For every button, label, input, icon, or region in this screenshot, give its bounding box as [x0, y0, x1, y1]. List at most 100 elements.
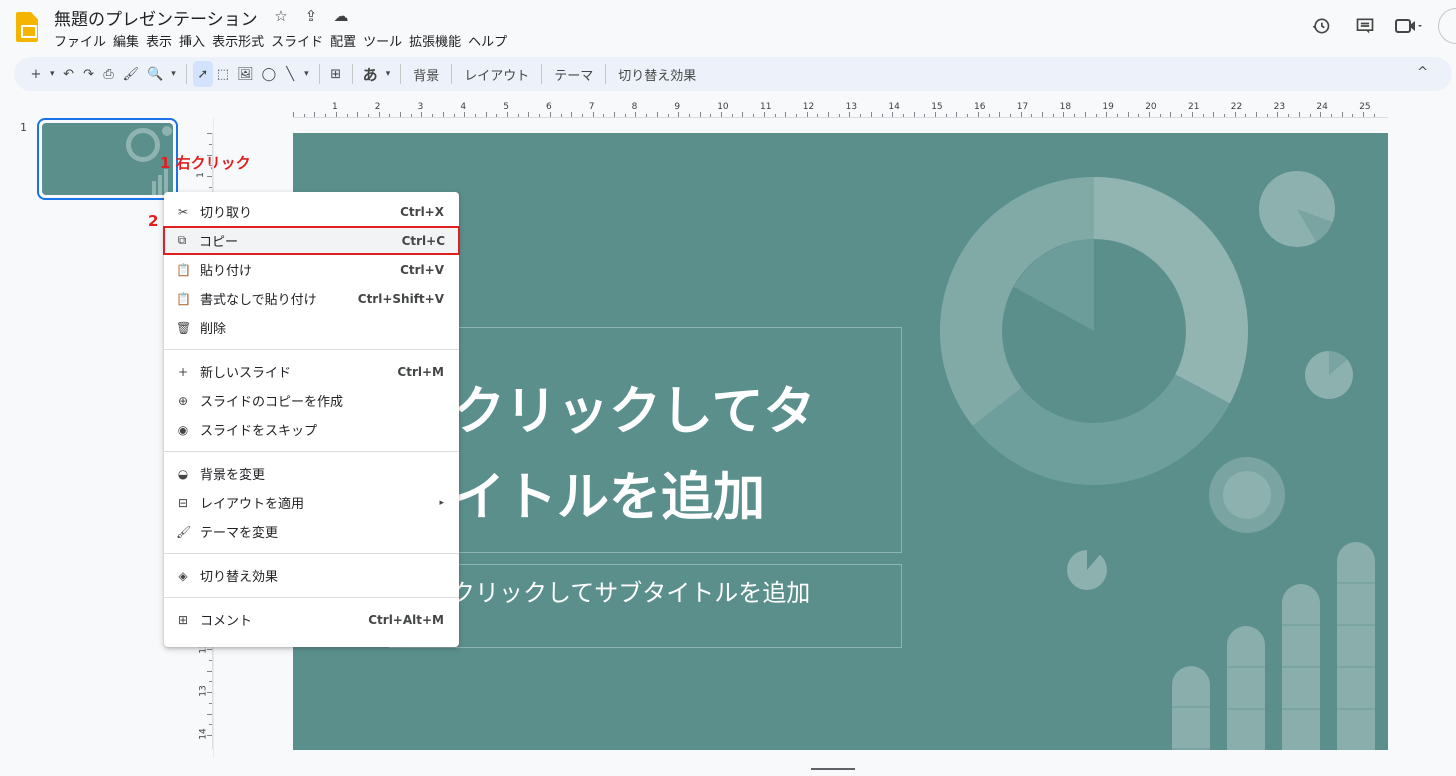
- menu-item-label: コピー: [199, 235, 239, 250]
- star-icon[interactable]: ☆: [272, 7, 290, 25]
- input-tools-dropdown-icon[interactable]: ▾: [382, 61, 395, 87]
- meet-icon[interactable]: [1394, 11, 1424, 41]
- theme-button[interactable]: テーマ: [548, 65, 599, 84]
- ruler-label: 13: [845, 102, 858, 112]
- scissors-icon: ✂: [177, 204, 189, 219]
- ruler-tick: [207, 176, 212, 177]
- ruler-tick: [753, 114, 755, 117]
- ruler-tick: [763, 112, 765, 117]
- slide-thumbnail[interactable]: [37, 118, 178, 200]
- menu-item-comment[interactable]: ⊞ コメント Ctrl+Alt+M: [164, 605, 459, 634]
- ruler-label: 17: [1016, 102, 1029, 112]
- menu-help[interactable]: ヘルプ: [468, 31, 514, 50]
- ruler-tick: [1181, 114, 1183, 117]
- clipboard-plain-icon: 📋: [176, 291, 191, 306]
- ruler-tick: [209, 659, 212, 661]
- menu-insert[interactable]: 挿入: [179, 31, 212, 50]
- ruler-tick: [517, 114, 519, 117]
- ruler-tick: [209, 143, 212, 145]
- menu-item-new-slide[interactable]: + 新しいスライド Ctrl+M: [164, 357, 459, 386]
- menu-slide[interactable]: スライド: [271, 31, 330, 50]
- account-avatar[interactable]: [1438, 8, 1456, 44]
- image-icon[interactable]: 🖼: [233, 61, 258, 87]
- menu-view[interactable]: 表示: [146, 31, 179, 50]
- ruler-tick: [421, 112, 423, 117]
- bar-graphic: [1282, 584, 1320, 750]
- input-tools-icon[interactable]: あ: [359, 61, 382, 87]
- menu-tools[interactable]: ツール: [363, 31, 409, 50]
- ruler-label: 13: [198, 685, 209, 697]
- ruler-tick: [988, 114, 990, 117]
- slides-logo-icon[interactable]: [16, 12, 38, 42]
- thumb-bar-graphic: [158, 175, 162, 195]
- menu-file[interactable]: ファイル: [54, 31, 113, 50]
- shape-icon[interactable]: ◯: [258, 61, 281, 87]
- ruler-tick: [432, 114, 434, 117]
- layout-button[interactable]: レイアウト: [458, 65, 535, 84]
- ruler-tick: [474, 114, 476, 117]
- menu-item-delete[interactable]: 🗑 削除: [164, 313, 459, 342]
- menu-item-copy[interactable]: ⧉ コピー Ctrl+C: [163, 226, 460, 255]
- menu-extensions[interactable]: 拡張機能: [409, 31, 468, 50]
- document-title[interactable]: 無題のプレゼンテーション: [54, 5, 258, 30]
- ruler-tick: [1042, 112, 1043, 117]
- toolbar-divider: [605, 64, 607, 84]
- fill-drop-icon: ◒: [177, 466, 189, 481]
- speaker-notes-handle[interactable]: [811, 768, 855, 770]
- ruler-tick: [1191, 112, 1193, 117]
- ruler-tick: [1138, 114, 1140, 117]
- ruler-label: 10: [717, 102, 729, 112]
- ruler-tick: [496, 114, 498, 117]
- undo-icon[interactable]: ↶: [59, 61, 79, 87]
- menu-item-duplicate-slide[interactable]: ⊕ スライドのコピーを作成: [164, 386, 459, 415]
- menu-item-shortcut: Ctrl+Alt+M: [368, 612, 444, 627]
- collapse-toolbar-icon[interactable]: ^: [1417, 65, 1428, 80]
- menu-item-apply-layout[interactable]: ⊟ レイアウトを適用 ▸: [164, 488, 459, 517]
- ruler-tick: [1074, 114, 1076, 117]
- menu-item-skip-slide[interactable]: ◉ スライドをスキップ: [164, 415, 459, 444]
- bar-graphic: [1337, 542, 1375, 750]
- comment-icon[interactable]: [1350, 11, 1380, 41]
- ruler-label: 3: [417, 102, 424, 112]
- transition-button[interactable]: 切り替え効果: [612, 65, 702, 84]
- textbox-icon[interactable]: ⬚: [213, 61, 233, 87]
- ruler-label: 25: [1359, 102, 1371, 112]
- ruler-tick: [1330, 114, 1332, 117]
- ruler-tick: [688, 114, 690, 117]
- menu-format[interactable]: 表示形式: [212, 31, 271, 50]
- ruler-tick: [1202, 114, 1204, 117]
- ruler-tick: [624, 114, 626, 117]
- ruler-tick: [1373, 114, 1375, 117]
- ruler-tick: [1127, 112, 1129, 117]
- menu-item-change-background[interactable]: ◒ 背景を変更: [164, 459, 459, 488]
- zoom-dropdown-icon[interactable]: ▾: [167, 61, 180, 87]
- menu-item-paste[interactable]: 📋 貼り付け Ctrl+V: [164, 255, 459, 284]
- menu-edit[interactable]: 編集: [113, 31, 146, 50]
- ruler-tick: [207, 649, 212, 650]
- zoom-icon[interactable]: 🔍: [143, 61, 167, 87]
- cloud-status-icon[interactable]: ☁: [332, 7, 350, 25]
- menu-item-cut[interactable]: ✂ 切り取り Ctrl+X: [164, 197, 459, 226]
- menu-item-label: 削除: [200, 322, 227, 337]
- redo-icon[interactable]: ↷: [79, 61, 99, 87]
- background-button[interactable]: 背景: [407, 65, 445, 84]
- ruler-tick: [646, 114, 648, 117]
- line-dropdown-icon[interactable]: ▾: [300, 61, 313, 87]
- new-slide-dropdown-icon[interactable]: ▾: [46, 61, 59, 87]
- move-folder-icon[interactable]: ⇪: [302, 7, 320, 25]
- select-cursor-icon[interactable]: ➚: [192, 61, 213, 87]
- horizontal-ruler[interactable]: 1 2 3 4 5 6 7 8 9 10 11 12 13 14 15 16 17 18 19 20 21 22 23 24 2…: [293, 102, 1388, 118]
- menu-item-change-theme[interactable]: 🖌 テーマを変更: [164, 517, 459, 546]
- menu-item-paste-plain[interactable]: 📋 書式なしで貼り付け Ctrl+Shift+V: [164, 284, 459, 313]
- paint-format-icon[interactable]: 🖌: [119, 61, 144, 87]
- new-slide-icon[interactable]: +: [26, 61, 46, 87]
- history-icon[interactable]: [1306, 11, 1336, 41]
- subtitle-placeholder-text: クリックしてサブタイトルを追加: [451, 579, 811, 607]
- print-icon[interactable]: ⎙: [99, 61, 119, 87]
- ruler-tick: [528, 112, 530, 117]
- menu-arrange[interactable]: 配置: [330, 31, 363, 50]
- ruler-tick: [335, 112, 337, 117]
- menu-item-transition[interactable]: ◈ 切り替え効果: [164, 561, 459, 590]
- add-comment-icon[interactable]: ⊞: [326, 61, 346, 87]
- line-icon[interactable]: ╲: [280, 61, 300, 87]
